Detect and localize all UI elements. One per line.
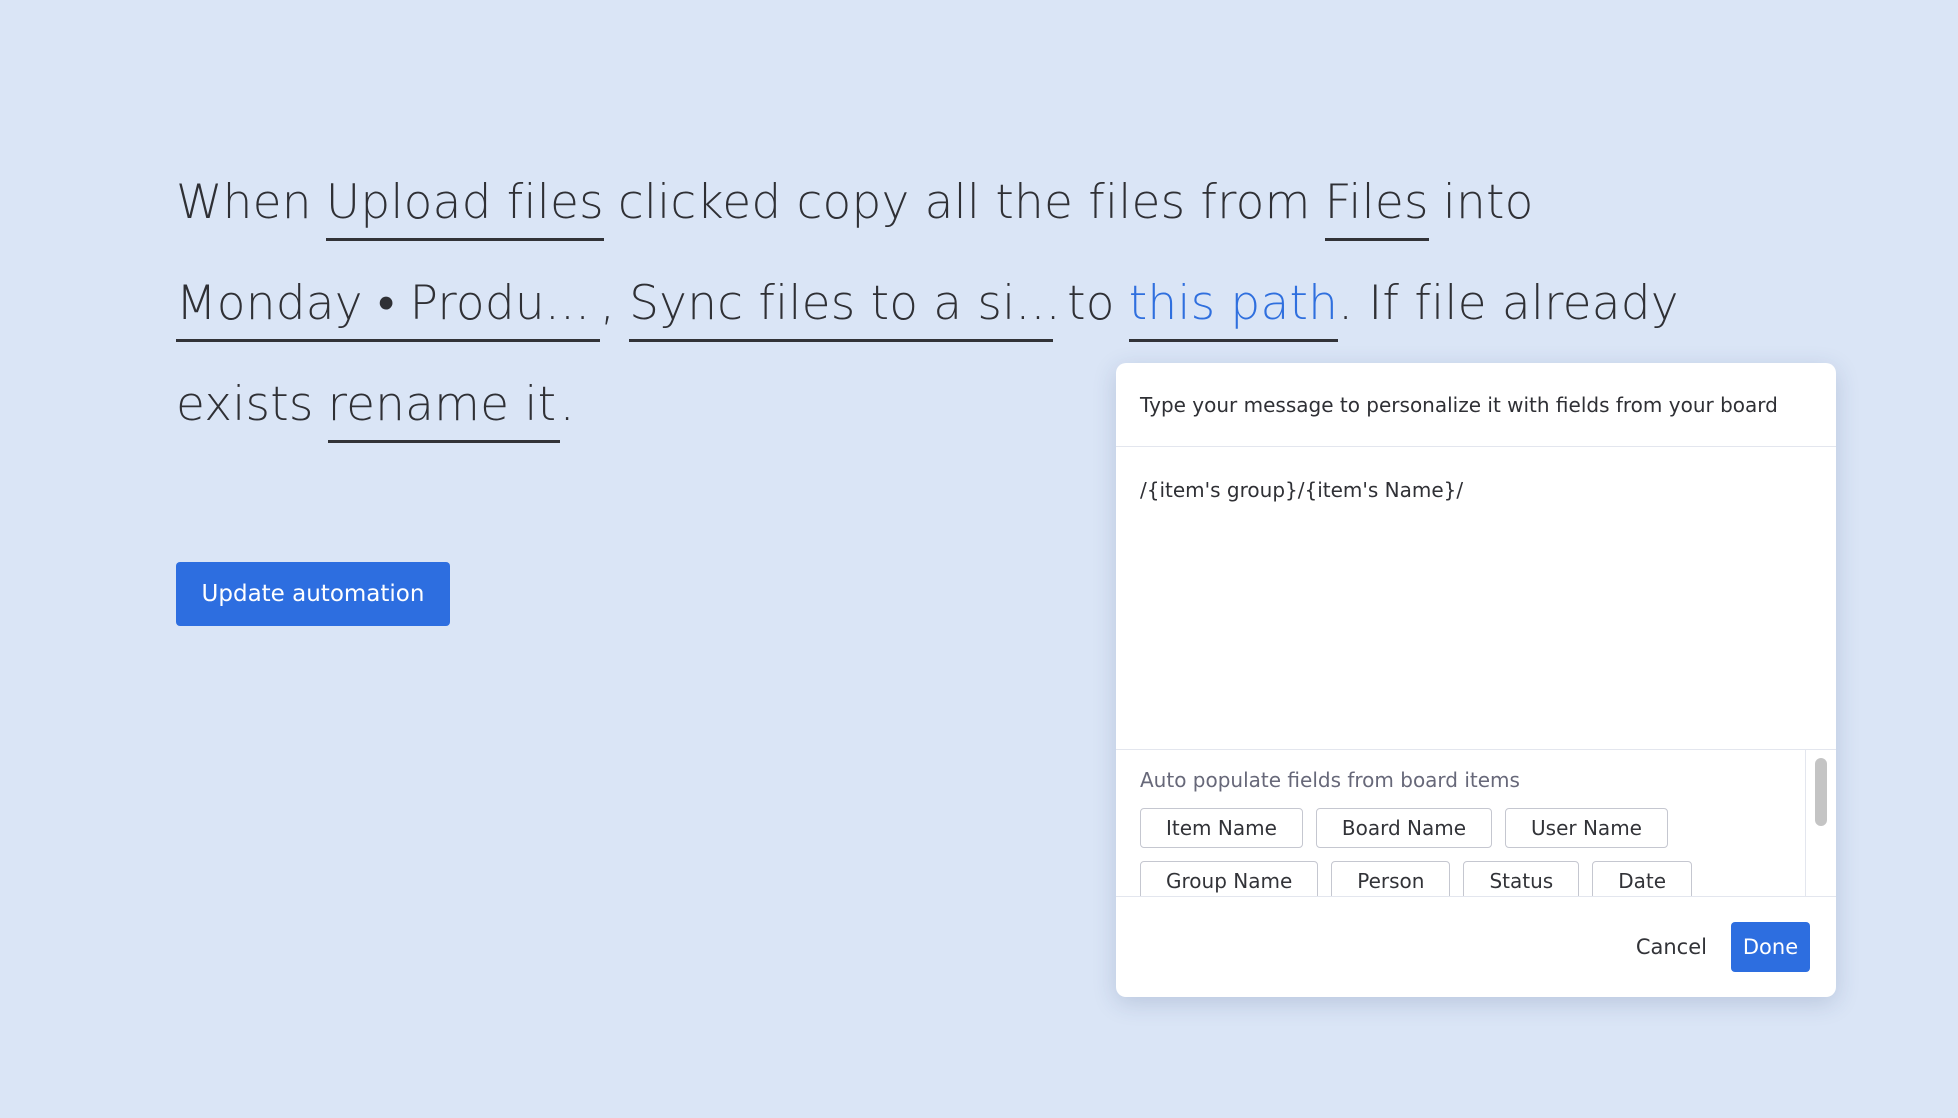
sentence-text-when: When xyxy=(176,175,312,230)
field-chip-user-name[interactable]: User Name xyxy=(1505,808,1668,848)
auto-populate-title: Auto populate fields from board items xyxy=(1140,768,1520,792)
field-chip-group-name[interactable]: Group Name xyxy=(1140,861,1319,896)
sentence-text-into: into xyxy=(1442,175,1534,230)
fields-scrollbar[interactable] xyxy=(1805,750,1836,896)
field-chip-item-name[interactable]: Item Name xyxy=(1140,808,1303,848)
chip-row: Group Name Person Status Date xyxy=(1140,861,1780,896)
source-column-field[interactable]: Files xyxy=(1324,152,1429,253)
destination-board-field[interactable]: Monday • Produ... xyxy=(176,253,600,354)
field-chip-board-name[interactable]: Board Name xyxy=(1315,808,1493,848)
conflict-action-field[interactable]: rename it xyxy=(327,354,560,455)
sentence-text-clicked-copy: clicked copy all the files from xyxy=(617,175,1311,230)
sentence-text-exists: exists xyxy=(176,377,314,432)
cancel-button[interactable]: Cancel xyxy=(1636,935,1707,959)
field-chips: Item Name Board Name User Name Group Nam… xyxy=(1140,808,1780,896)
dialog-footer: Cancel Done xyxy=(1116,897,1836,997)
field-chip-status[interactable]: Status xyxy=(1463,861,1580,896)
update-automation-button[interactable]: Update automation xyxy=(176,562,450,626)
sentence-line-2: Monday • Produ..., Sync files to a si... t… xyxy=(176,253,1736,354)
path-link-field[interactable]: this path xyxy=(1128,253,1339,354)
sentence-text-if-exists: . If file already xyxy=(1338,276,1679,331)
integration-field[interactable]: Sync files to a si... xyxy=(629,253,1061,354)
auto-populate-fields-panel: Auto populate fields from board items It… xyxy=(1116,749,1836,897)
sentence-text-comma: , xyxy=(600,276,616,331)
sentence-line-1: When Upload files clicked copy all the fil… xyxy=(176,152,1736,253)
sentence-text-period: . xyxy=(559,377,575,432)
fields-scrollbar-thumb[interactable] xyxy=(1815,758,1827,826)
trigger-button-field[interactable]: Upload files xyxy=(325,152,604,253)
field-chip-date[interactable]: Date xyxy=(1592,861,1693,896)
field-chip-person[interactable]: Person xyxy=(1331,861,1451,896)
done-button[interactable]: Done xyxy=(1731,922,1810,972)
sentence-text-to: to xyxy=(1067,276,1115,331)
chip-row: Item Name Board Name User Name xyxy=(1140,808,1780,848)
path-message-editor[interactable]: /{item's group}/{item's Name}/ xyxy=(1116,448,1836,748)
personalize-message-dialog: Type your message to personalize it with… xyxy=(1116,363,1836,997)
dialog-header: Type your message to personalize it with… xyxy=(1116,363,1836,447)
